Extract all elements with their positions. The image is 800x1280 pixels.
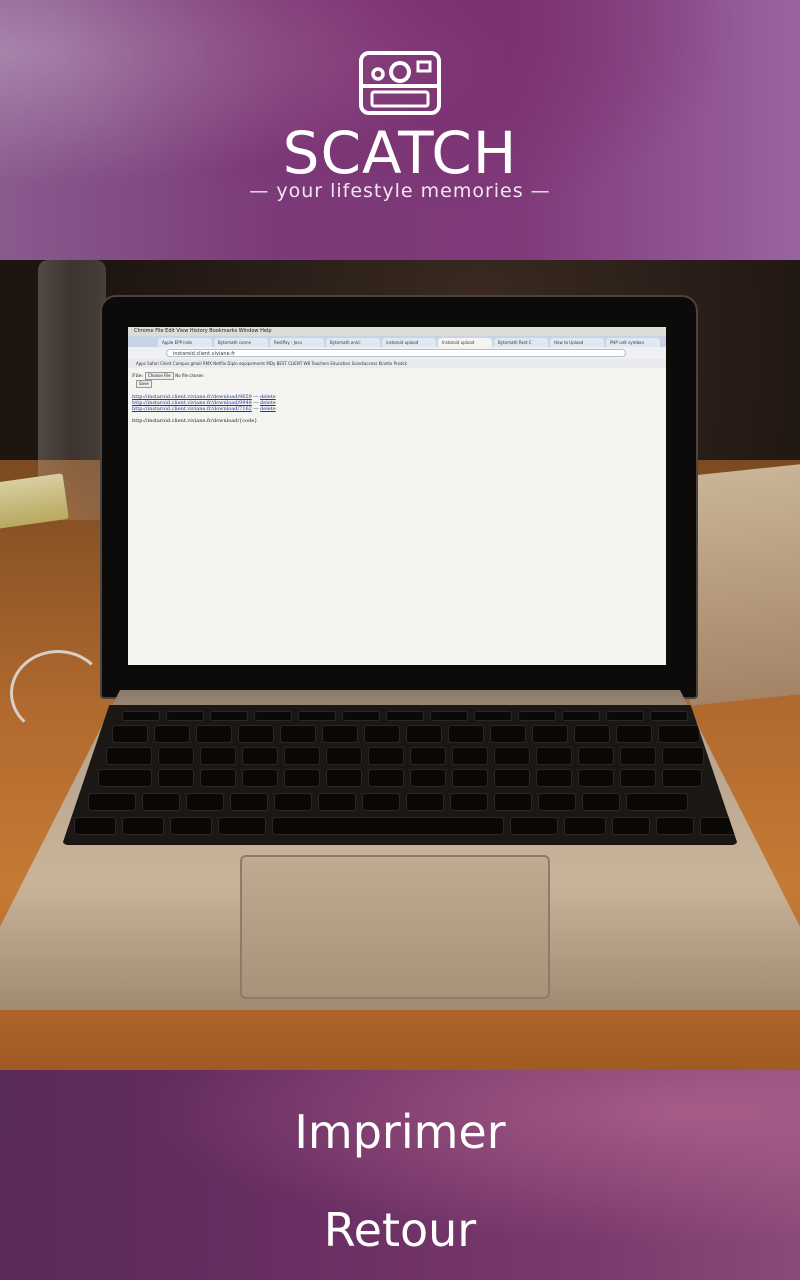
print-button[interactable]: Imprimer bbox=[0, 1102, 800, 1162]
photo-menubar: Chrome File Edit View History Bookmarks … bbox=[128, 327, 666, 336]
photo-browser-tab: Bytemath Rest C bbox=[494, 338, 548, 347]
photo-url: instaroid.client.viviane.fr bbox=[166, 349, 626, 357]
photo-delete-link: delete bbox=[260, 406, 276, 412]
brand-title: SCATCH bbox=[282, 119, 518, 187]
photo-browser-tab: Apple EPP Inde bbox=[158, 338, 212, 347]
photo-browser-tab: Instaroid upload bbox=[438, 338, 492, 347]
photo-laptop-lid: Chrome File Edit View History Bookmarks … bbox=[100, 295, 698, 699]
photo-save-button: Save bbox=[136, 380, 152, 388]
photo-browser-tab: RestPay : Jecu bbox=[270, 338, 324, 347]
photo-browser-tab: Bytemath conne bbox=[214, 338, 268, 347]
photo-pattern-text: http://instaroid.client.viviane.fr/downl… bbox=[132, 418, 258, 424]
photo-file-label: File: bbox=[132, 373, 144, 379]
photo-no-file: No file chosen bbox=[175, 373, 204, 378]
photo-cable bbox=[10, 650, 106, 736]
photo-browser-tabs: Apple EPP Inde Bytemath conne RestPay : … bbox=[128, 336, 666, 347]
photo-paper bbox=[690, 464, 800, 706]
photo-file-row: File: Choose File No file chosen bbox=[132, 372, 432, 380]
action-footer: Imprimer Retour bbox=[0, 1070, 800, 1280]
camera-icon bbox=[359, 51, 441, 115]
photo-browser-tab: How to Upload bbox=[550, 338, 604, 347]
photo-browser-tab: PHP unit symbon bbox=[606, 338, 660, 347]
photo-address-bar: instaroid.client.viviane.fr bbox=[128, 347, 666, 359]
app-header: SCATCH — your lifestyle memories — bbox=[0, 0, 800, 260]
brand-tagline: — your lifestyle memories — bbox=[249, 180, 551, 202]
photo-browser-tab: instaroid upload bbox=[382, 338, 436, 347]
photo-keyboard bbox=[62, 705, 738, 845]
photo-laptop-screen: Chrome File Edit View History Bookmarks … bbox=[128, 327, 666, 665]
photo-bookmarks-bar: Apps Safari Client Campus gmail RMX Netf… bbox=[128, 359, 666, 368]
photo-trackpad bbox=[240, 855, 550, 999]
back-button[interactable]: Retour bbox=[0, 1200, 800, 1260]
photo-web-page: File: Choose File No file chosen Save ht… bbox=[132, 372, 432, 424]
photo-browser-tab: Bytemath.xn/ci bbox=[326, 338, 380, 347]
captured-photo: Chrome File Edit View History Bookmarks … bbox=[0, 260, 800, 1070]
photo-choose-file: Choose File bbox=[144, 372, 174, 380]
photo-link: http://instaroid.client.viviane.fr/downl… bbox=[132, 406, 252, 412]
